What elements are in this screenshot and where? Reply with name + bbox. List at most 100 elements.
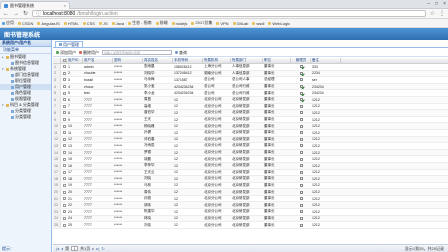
table-row[interactable]: 6 6 7777 ****** 周昌 12 北京分公司 北京研发部 董事长 1212: [53, 96, 448, 104]
page-info-icon[interactable]: ⓘ: [36, 10, 41, 17]
first-page-button[interactable]: |◂: [56, 246, 59, 251]
column-header[interactable]: 用户ID: [67, 58, 83, 63]
checkbox-icon: [63, 157, 66, 161]
bookmark-item[interactable]: JS: [98, 21, 108, 26]
bookmark-item[interactable]: 2017总集: [191, 20, 212, 26]
column-header[interactable]: 管理员: [291, 58, 311, 63]
refresh-icon[interactable]: ↻: [101, 246, 104, 251]
close-tab-icon[interactable]: ×: [64, 3, 66, 8]
table-cell: 7777: [84, 176, 92, 181]
table-cell: bossli: [84, 77, 93, 82]
table-row[interactable]: 7 7 7777 ****** 高维 12 北京分公司 北京研发部 董事长 1212: [53, 103, 448, 111]
search-button[interactable]: 查询: [175, 50, 187, 56]
table-cell: zhouhe: [84, 71, 96, 76]
next-page-button[interactable]: ▸: [92, 246, 94, 251]
table-cell: 马永梅: [144, 77, 155, 82]
table-row[interactable]: 9 9 7777 ****** 王天 12 北京分公司 北京研发部 董事长 1212: [53, 116, 448, 124]
bookmark-star-icon[interactable]: ☆: [430, 10, 435, 17]
bookmark-item[interactable]: 前端: [155, 20, 168, 26]
table-cell: 杨晓峰: [144, 123, 155, 128]
back-icon[interactable]: ←: [3, 11, 9, 17]
search-input[interactable]: 请输入关键字查询用户名称: [102, 50, 172, 55]
reload-icon[interactable]: ↻: [23, 11, 28, 17]
table-cell: 137245412: [174, 71, 192, 76]
bookmark-item[interactable]: GitLab: [232, 21, 248, 26]
bookmark-item[interactable]: CSDN: [18, 21, 33, 26]
url-path: /bmsh/login.action: [77, 10, 118, 17]
column-header[interactable]: 真实姓名: [143, 58, 173, 63]
close-window-button[interactable]: ×: [443, 1, 446, 7]
table-row[interactable]: 10 10 7777 ****** 杨晓峰 12 北京分公司 北京研发部 董事长 1212: [53, 123, 448, 130]
table-cell: 1212: [312, 223, 320, 228]
column-header[interactable]: 密码: [113, 58, 143, 63]
bookmark-item[interactable]: 应用: [2, 20, 14, 26]
bookmark-item[interactable]: CSS: [82, 21, 95, 26]
tree-toggle-icon[interactable]: ▾: [2, 67, 5, 71]
table-row[interactable]: 19 19 7777 ****** 马林 12 北京分公司 北京研发部 董事长 1212: [53, 182, 448, 190]
table-row[interactable]: 16 16 7777 ****** 李梓华 12 北京分公司 北京研发部 董事长 1212: [53, 162, 448, 170]
table-row[interactable]: 1 1 admin ****** 张雨晨 158025412 上海分公司 人事信息部 董事长 33…: [53, 64, 448, 71]
bookmark-item[interactable]: VPN: [216, 21, 229, 26]
table-row[interactable]: 20 20 7777 ****** 周伟 12 北京分公司 北京研发部 董事长 1212: [53, 189, 448, 196]
unchecked-icon: [300, 203, 303, 207]
browser-tab[interactable]: 图书管理系统 ×: [0, 1, 70, 9]
table-row[interactable]: 24 24 7777 ****** 林晓 12 北京分公司 北京研发部 董事长 1212: [53, 215, 448, 223]
table-cell: 22: [68, 203, 72, 208]
table-row[interactable]: 23 23 7777 ****** 陈建华 12 北京分公司 北京研发部 董事长 1212: [53, 209, 448, 216]
column-header[interactable]: 手机号码: [173, 58, 203, 63]
admin-check: [291, 176, 311, 182]
bookmark-item[interactable]: HTML: [63, 21, 79, 26]
row-number: 23: [53, 209, 61, 215]
table-cell: 7777: [84, 170, 92, 175]
table-cell: 董事长: [264, 103, 275, 108]
table-row[interactable]: 15 15 7777 ****** 胡晨 12 北京分公司 北京研发部 董事长 1212: [53, 156, 448, 163]
tree-item[interactable]: 分类管理: [0, 114, 51, 120]
table-row[interactable]: 5 5 test ****** 李小龙 4234234234 总公司 总公司行政 董事长 2342…: [53, 90, 448, 97]
page-number-input[interactable]: 1: [71, 246, 79, 251]
add-user-button[interactable]: 添加用户: [56, 50, 76, 56]
column-header[interactable]: 用户名: [83, 58, 113, 63]
table-row[interactable]: 21 21 7777 ****** 孙丽 12 北京分公司 北京研发部 董事长 1212: [53, 195, 448, 203]
table-row[interactable]: 18 18 7777 ****** 刘晓 12 北京分公司 北京研发部 董事长 1212: [53, 176, 448, 183]
bookmark-item[interactable]: nodejs: [171, 21, 187, 26]
admin-check: [291, 110, 311, 116]
bookmark-item[interactable]: WebLogic: [268, 21, 290, 26]
bookmark-item[interactable]: 生态 - 指南: [128, 20, 152, 26]
table-cell: 1212: [312, 150, 320, 155]
delete-user-button[interactable]: 删除用户: [79, 50, 99, 56]
bookmark-item[interactable]: AngularJS: [37, 21, 60, 26]
last-page-button[interactable]: ▸|: [96, 246, 99, 251]
forward-icon[interactable]: →: [13, 11, 19, 17]
table-row[interactable]: 12 12 7777 ****** 邓伯春 12 北京分公司 北京研发部 董事长 1212: [53, 136, 448, 144]
tree-toggle-icon[interactable]: ▸: [2, 55, 5, 59]
prev-page-button[interactable]: ◂: [61, 246, 63, 251]
column-header[interactable]: 所属部门: [231, 58, 263, 63]
tree-toggle-icon[interactable]: ▾: [2, 103, 5, 107]
page-icon: [11, 115, 14, 119]
minimize-button[interactable]: –: [427, 1, 430, 7]
checked-icon: [300, 91, 303, 95]
column-header[interactable]: 所属机构: [203, 58, 231, 63]
table-row[interactable]: 3 3 bossli ****** 马永梅 1371587 总公司 总公司人事 总经理 ser: [53, 77, 448, 84]
table-row[interactable]: 13 13 7777 ****** 冷雨辰 12 北京分公司 北京研发部 董事长 1212: [53, 143, 448, 150]
table-row[interactable]: 4 4 zhouc ****** 张小宝 4234234234 总公司 总公司行政 董事长 234…: [53, 83, 448, 91]
table-row[interactable]: 14 14 7777 ****** 罗德 12 北京分公司 北京研发部 董事长 1212: [53, 149, 448, 157]
table-cell: 12: [174, 124, 178, 129]
browser-menu-icon[interactable]: ⋮: [439, 10, 445, 17]
table-row[interactable]: 8 8 7777 ****** 曾伯华 12 北京分公司 北京研发部 董事长 1212: [53, 110, 448, 117]
column-header[interactable]: 职位: [263, 58, 291, 63]
table-row[interactable]: 17 17 7777 ****** 王天云 12 北京分公司 北京研发部 董事长 1212: [53, 169, 448, 177]
table-row[interactable]: 22 22 7777 ****** 胡伟 12 北京分公司 北京研发部 董事长 1212: [53, 202, 448, 210]
address-bar[interactable]: ⓘ localhost:8080/bmsh/login.action: [32, 10, 426, 17]
table-cell: 董事长: [264, 169, 275, 174]
table-row[interactable]: 25 25 7777 ****** 刘伟 12 北京分公司 北京研发部 董事长 1212: [53, 222, 448, 229]
bookmark-item[interactable]: Java: [111, 21, 124, 26]
table-cell: 马林: [144, 182, 151, 187]
bookmark-item[interactable]: wsdl: [252, 21, 264, 26]
table-row[interactable]: 11 11 7777 ****** 孙健 12 北京分公司 北京研发部 董事长 1212: [53, 129, 448, 137]
table-row[interactable]: 2 2 zhouhe ****** 刘晓华 137245412 湖南分公司 人事信息部 董事长 2…: [53, 70, 448, 78]
column-header[interactable]: 备注: [311, 58, 341, 63]
table-cell: 董事长: [264, 117, 275, 122]
table-cell: 8: [68, 110, 70, 115]
maximize-button[interactable]: □: [435, 1, 438, 7]
